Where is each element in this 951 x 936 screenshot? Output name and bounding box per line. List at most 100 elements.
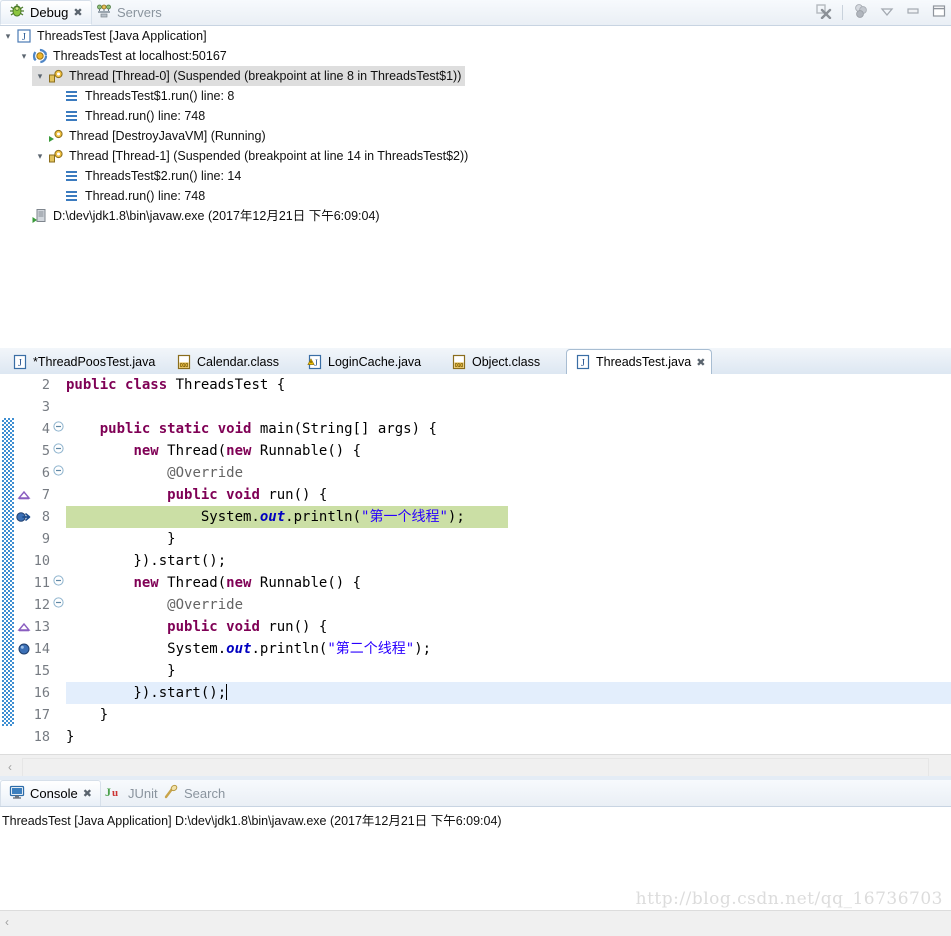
fold-collapse-icon[interactable]: [52, 572, 64, 594]
code-token: Thread(: [167, 443, 227, 459]
line-number: 15: [33, 663, 50, 679]
tree-row-content[interactable]: ▾ Thread [Thread-1] (Suspended (breakpoin…: [32, 146, 472, 166]
debug-tree-row[interactable]: Thread [DestroyJavaVM] (Running): [0, 126, 951, 146]
close-icon[interactable]: ✖: [83, 787, 92, 800]
debug-tree-row[interactable]: Thread.run() line: 748: [0, 186, 951, 206]
text-caret: [226, 684, 228, 700]
console-output-line: ThreadsTest [Java Application] D:\dev\jd…: [2, 814, 502, 828]
chevron-down-icon[interactable]: ▾: [32, 146, 48, 166]
tree-row-content[interactable]: ▾ J ThreadsTest [Java Application]: [0, 26, 211, 46]
debug-tree-row[interactable]: ▾ Thread [Thread-0] (Suspended (breakpoin…: [0, 66, 951, 86]
code-line[interactable]: @Override: [66, 462, 243, 484]
console-area: Console ✖ J u JUnit Search ThreadsTest […: [0, 776, 951, 936]
remove-all-terminated-icon[interactable]: [816, 3, 832, 22]
chevron-down-icon[interactable]: ▾: [16, 46, 32, 66]
code-text[interactable]: public class ThreadsTest { public static…: [66, 374, 951, 754]
fold-collapse-icon[interactable]: [52, 440, 64, 462]
editor-tab[interactable]: J ThreadsTest.java ✖: [566, 349, 712, 374]
code-line[interactable]: }: [66, 704, 108, 726]
console-horizontal-scrollbar[interactable]: ‹: [0, 910, 951, 936]
chevron-down-icon[interactable]: ▾: [32, 66, 48, 86]
code-token: .println(: [251, 641, 328, 657]
code-line[interactable]: public static void main(String[] args) {: [66, 418, 437, 440]
tree-row-content[interactable]: Thread [DestroyJavaVM] (Running): [32, 126, 270, 146]
code-line[interactable]: }: [66, 726, 74, 748]
view-menu-stack-icon[interactable]: [853, 3, 869, 22]
debug-tree-row[interactable]: ▾ J ThreadsTest [Java Application]: [0, 26, 951, 46]
code-line[interactable]: new Thread(new Runnable() {: [66, 440, 361, 462]
tree-row-content[interactable]: Thread.run() line: 748: [48, 186, 209, 206]
chevron-down-icon[interactable]: ▾: [0, 26, 16, 46]
debug-tree-row[interactable]: ▾ Thread [Thread-1] (Suspended (breakpoin…: [0, 146, 951, 166]
console-tabbar: Console ✖ J u JUnit Search: [0, 780, 951, 807]
code-line[interactable]: public void run() {: [66, 616, 327, 638]
debug-tree-row[interactable]: ThreadsTest$2.run() line: 14: [0, 166, 951, 186]
line-number: 3: [41, 399, 50, 415]
debug-tree-row[interactable]: Thread.run() line: 748: [0, 106, 951, 126]
fold-collapse-icon[interactable]: [52, 594, 64, 616]
fold-collapse-icon[interactable]: [52, 418, 64, 440]
code-line[interactable]: }: [66, 660, 175, 682]
line-number: 5: [41, 443, 50, 459]
tree-row-content[interactable]: ThreadsTest$2.run() line: 14: [48, 166, 245, 186]
line-number-gutter[interactable]: 2 3 4 5 6 7 8 9 10 11 12 13 14 15 16 17 18: [16, 374, 66, 754]
console-output[interactable]: ThreadsTest [Java Application] D:\dev\jd…: [0, 807, 951, 909]
editor-tab[interactable]: 010 Calendar.class: [168, 350, 295, 374]
code-line[interactable]: }).start();: [66, 550, 226, 572]
code-line[interactable]: public class ThreadsTest {: [66, 374, 285, 396]
debug-tree-row[interactable]: ▾ ThreadsTest at localhost:50167: [0, 46, 951, 66]
code-token: );: [414, 641, 432, 657]
editor-area: J *ThreadPoosTest.java 010 Calendar.class J L…: [0, 348, 951, 781]
thread-running-icon: [48, 128, 64, 144]
code-line[interactable]: System.out.println("第一个线程");: [66, 506, 465, 528]
code-editor[interactable]: 2 3 4 5 6 7 8 9 10 11 12 13 14 15 16 17 18 public class …: [0, 374, 951, 754]
maximize-icon[interactable]: [931, 3, 947, 22]
code-token: Thread(: [167, 575, 227, 591]
code-line[interactable]: System.out.println("第二个线程");: [66, 638, 431, 660]
minimize-icon[interactable]: [905, 3, 921, 22]
tree-row-content[interactable]: ThreadsTest$1.run() line: 8: [48, 86, 238, 106]
scroll-left-icon[interactable]: ‹: [5, 915, 9, 929]
editor-tab[interactable]: J *ThreadPoosTest.java: [4, 350, 164, 374]
code-line[interactable]: public void run() {: [66, 484, 327, 506]
debug-view-tabbar: Debug ✖ Servers: [0, 0, 951, 26]
fold-collapse-icon[interactable]: [52, 462, 64, 484]
code-token: main(String[] args) {: [259, 421, 437, 437]
code-token: run() {: [268, 619, 328, 635]
tree-row-content[interactable]: ▾ ThreadsTest at localhost:50167: [16, 46, 231, 66]
close-icon[interactable]: ✖: [73, 6, 82, 19]
view-menu-chevron-icon[interactable]: [879, 3, 895, 22]
debug-view-toolbar: [816, 0, 947, 25]
tab-console-label: Console: [30, 786, 78, 801]
code-line[interactable]: new Thread(new Runnable() {: [66, 572, 361, 594]
code-token: System.: [200, 509, 260, 525]
svg-text:J: J: [581, 358, 585, 369]
editor-tab[interactable]: 010 Object.class: [443, 350, 565, 374]
tab-debug[interactable]: Debug ✖: [0, 0, 92, 25]
class-file-icon: 010: [176, 354, 192, 370]
tab-search[interactable]: Search: [155, 780, 233, 806]
line-number: 16: [33, 685, 50, 701]
tab-console[interactable]: Console ✖: [0, 780, 101, 806]
tab-servers[interactable]: Servers: [88, 0, 170, 25]
editor-tab[interactable]: J LoginCache.java: [299, 350, 439, 374]
code-token: .println(: [285, 509, 362, 525]
code-line[interactable]: @Override: [66, 594, 243, 616]
close-icon[interactable]: ✖: [696, 356, 705, 369]
code-line[interactable]: }: [66, 528, 175, 550]
tree-row-content[interactable]: ▾ Thread [Thread-0] (Suspended (breakpoin…: [32, 66, 466, 86]
debug-tree[interactable]: ▾ J ThreadsTest [Java Application] ▾ Threads…: [0, 26, 951, 348]
code-line[interactable]: }).start();: [66, 682, 228, 704]
code-token: new: [226, 575, 260, 591]
debug-tree-row[interactable]: ThreadsTest$1.run() line: 8: [0, 86, 951, 106]
java-file-icon: J: [575, 354, 591, 370]
code-token: }: [66, 729, 75, 745]
debug-tree-row[interactable]: D:\dev\jdk1.8\bin\javaw.exe (2017年12月21日…: [0, 206, 951, 226]
line-number: 8: [41, 509, 50, 525]
scroll-left-icon[interactable]: ‹: [8, 760, 12, 774]
tree-row-content[interactable]: Thread.run() line: 748: [48, 106, 209, 126]
tree-row-content[interactable]: D:\dev\jdk1.8\bin\javaw.exe (2017年12月21日…: [16, 206, 384, 226]
